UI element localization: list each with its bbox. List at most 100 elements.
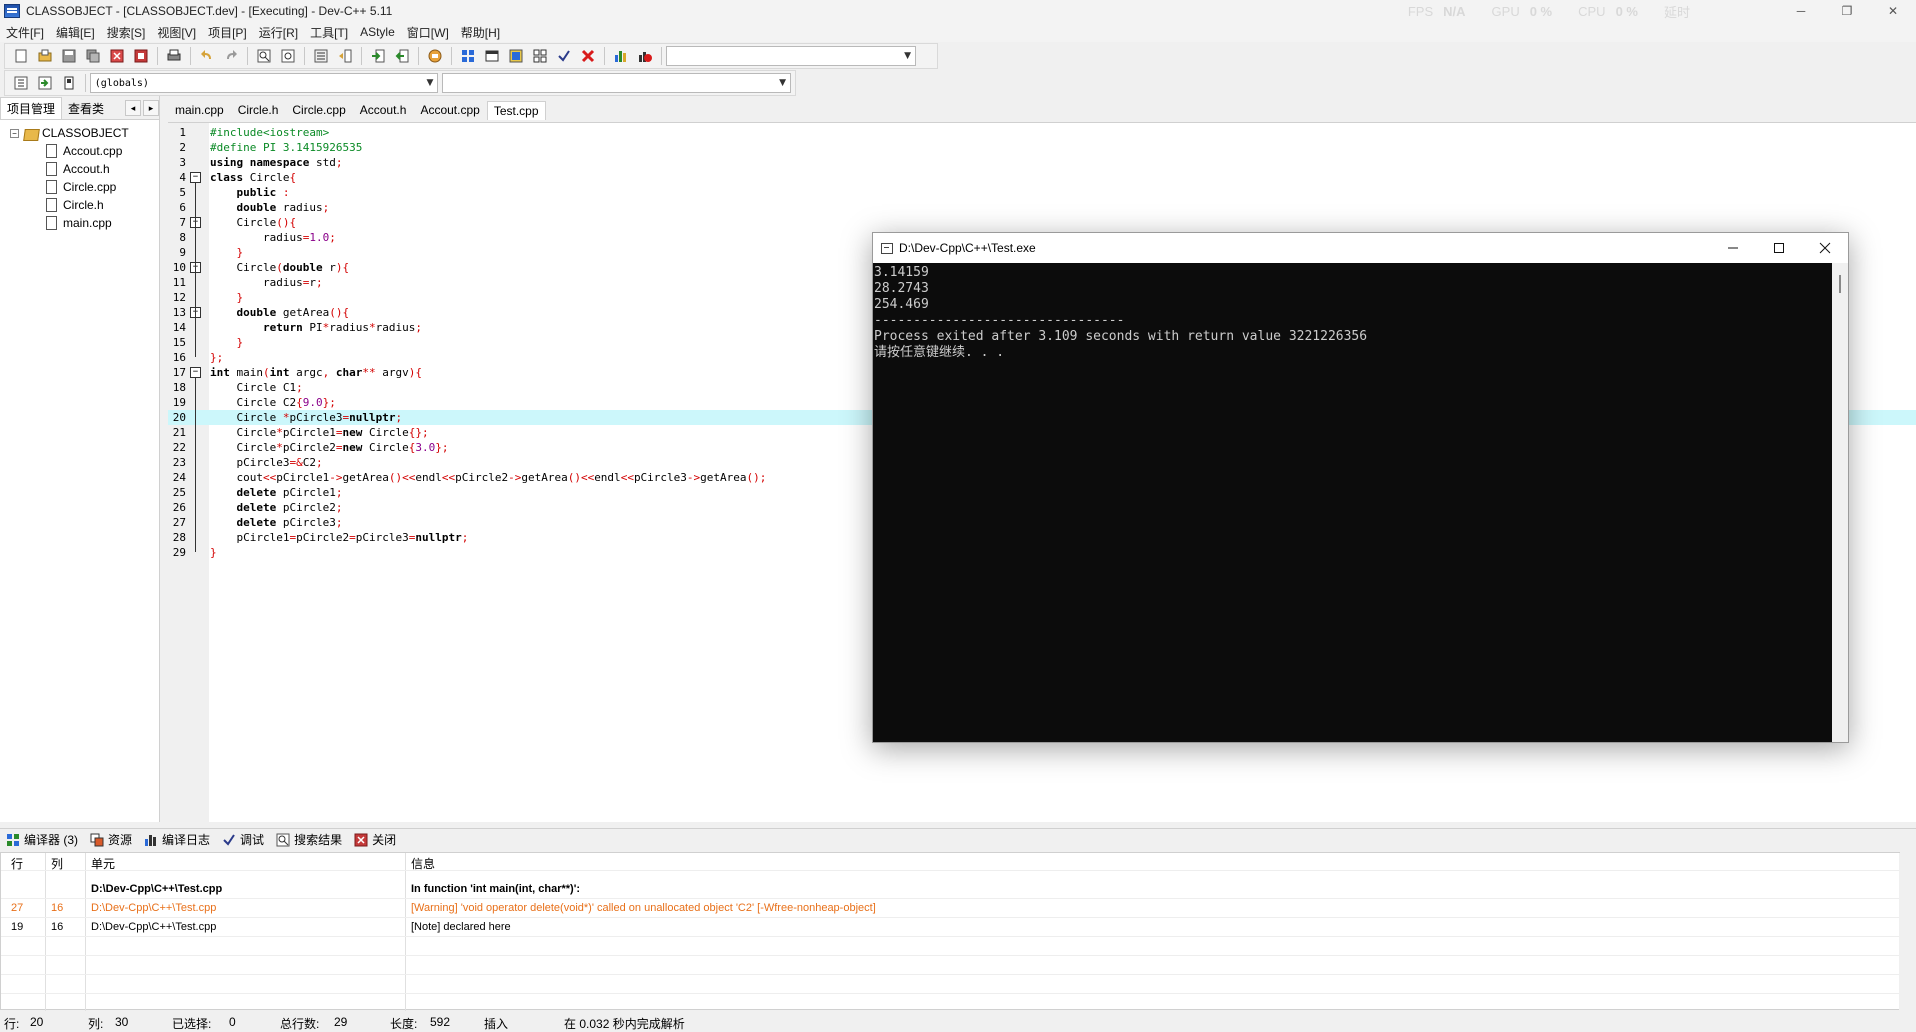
- tab-debug[interactable]: 调试: [222, 831, 264, 848]
- console-titlebar[interactable]: D:\Dev-Cpp\C++\Test.exe: [873, 233, 1848, 263]
- scrollbar-thumb[interactable]: [1839, 275, 1841, 293]
- stop-button[interactable]: [578, 46, 598, 66]
- console-scrollbar[interactable]: [1832, 263, 1848, 742]
- print-button[interactable]: [164, 46, 184, 66]
- close-file-button[interactable]: [107, 46, 127, 66]
- goto-back-button[interactable]: [392, 46, 412, 66]
- column-header-col[interactable]: 列: [51, 855, 63, 872]
- close-all-button[interactable]: [131, 46, 151, 66]
- code-text: class Circle{: [210, 171, 297, 184]
- code-line[interactable]: 3 using namespace std;: [168, 155, 1916, 170]
- menu-astyle[interactable]: AStyle: [354, 25, 401, 39]
- tab-accout-h[interactable]: Accout.h: [353, 100, 414, 120]
- code-line[interactable]: 2 #define PI 3.1415926535: [168, 140, 1916, 155]
- tab-close[interactable]: 关闭: [354, 831, 396, 848]
- messages-scrollbar[interactable]: [1899, 853, 1915, 1011]
- goto-bookmark-button[interactable]: [59, 73, 79, 93]
- tab-main-cpp[interactable]: main.cpp: [168, 100, 231, 120]
- perf-latency: 延时: [1663, 4, 1690, 20]
- code-text: double getArea(){: [236, 306, 350, 319]
- table-row[interactable]: 27 16 D:\Dev-Cpp\C++\Test.cpp [Warning] …: [1, 900, 1901, 918]
- new-file-button[interactable]: [11, 46, 31, 66]
- tree-file-item[interactable]: Accout.cpp: [10, 142, 159, 160]
- save-button[interactable]: [59, 46, 79, 66]
- console-output[interactable]: 3.14159 28.2743 254.469 ----------------…: [873, 263, 1833, 742]
- menu-search[interactable]: 搜索[S]: [101, 24, 152, 41]
- insert-button[interactable]: [11, 73, 31, 93]
- tab-circle-cpp[interactable]: Circle.cpp: [285, 100, 352, 120]
- console-maximize-button[interactable]: [1756, 233, 1802, 263]
- tab-circle-h[interactable]: Circle.h: [231, 100, 286, 120]
- column-header-unit[interactable]: 单元: [91, 855, 115, 872]
- console-close-button[interactable]: [1802, 233, 1848, 263]
- tree-project-root[interactable]: − CLASSOBJECT: [10, 124, 159, 142]
- code-line[interactable]: 5 public :: [168, 185, 1916, 200]
- fold-toggle-icon[interactable]: −: [190, 172, 201, 183]
- line-number: 14: [172, 321, 186, 334]
- menu-view[interactable]: 视图[V]: [151, 24, 202, 41]
- compile-button[interactable]: [458, 46, 478, 66]
- minimize-button[interactable]: ─: [1778, 0, 1824, 22]
- rebuild-button[interactable]: [530, 46, 550, 66]
- undo-button[interactable]: [197, 46, 217, 66]
- menu-file[interactable]: 文件[F]: [0, 24, 50, 41]
- goto-button[interactable]: [368, 46, 388, 66]
- toggle-button[interactable]: [35, 73, 55, 93]
- unindent-button[interactable]: [335, 46, 355, 66]
- tab-resources[interactable]: 资源: [90, 831, 132, 848]
- tab-compiler[interactable]: 编译器 (3): [6, 831, 78, 848]
- tab-project-manager[interactable]: 项目管理: [0, 97, 63, 119]
- table-row[interactable]: D:\Dev-Cpp\C++\Test.cpp In function 'int…: [1, 881, 1901, 899]
- run-button[interactable]: [482, 46, 502, 66]
- line-number: 13: [172, 306, 186, 319]
- column-header-line[interactable]: 行: [11, 855, 23, 872]
- menu-tools[interactable]: 工具[T]: [304, 24, 354, 41]
- code-line[interactable]: 7− Circle(){: [168, 215, 1916, 230]
- console-minimize-button[interactable]: [1710, 233, 1756, 263]
- tree-file-item[interactable]: main.cpp: [10, 214, 159, 232]
- replace-button[interactable]: [278, 46, 298, 66]
- redo-button[interactable]: [221, 46, 241, 66]
- arrow-right-icon[interactable]: ▸: [143, 100, 159, 116]
- tree-file-item[interactable]: Circle.h: [10, 196, 159, 214]
- find-button[interactable]: [254, 46, 274, 66]
- tab-compile-log[interactable]: 编译日志: [144, 831, 210, 848]
- menu-edit[interactable]: 编辑[E]: [50, 24, 101, 41]
- menu-project[interactable]: 项目[P]: [202, 24, 253, 41]
- profile-button[interactable]: [611, 46, 631, 66]
- menu-run[interactable]: 运行[R]: [253, 24, 304, 41]
- save-all-button[interactable]: [83, 46, 103, 66]
- tree-file-item[interactable]: Accout.h: [10, 160, 159, 178]
- function-select[interactable]: ▼: [442, 73, 791, 93]
- code-text: cout<<pCircle1->getArea()<<endl<<pCircle…: [236, 471, 767, 484]
- bookmark-button[interactable]: [425, 46, 445, 66]
- compile-run-button[interactable]: [506, 46, 526, 66]
- collapse-icon[interactable]: −: [10, 128, 19, 138]
- restore-button[interactable]: ❐: [1824, 0, 1870, 22]
- console-title: D:\Dev-Cpp\C++\Test.exe: [899, 241, 1036, 255]
- menu-help[interactable]: 帮助[H]: [455, 24, 506, 41]
- fold-toggle-icon[interactable]: −: [190, 367, 201, 378]
- tab-test-cpp[interactable]: Test.cpp: [486, 101, 546, 120]
- tab-class-browser[interactable]: 查看类: [62, 98, 110, 119]
- code-text: delete pCircle2;: [236, 501, 343, 514]
- table-row[interactable]: 19 16 D:\Dev-Cpp\C++\Test.cpp [Note] dec…: [1, 919, 1901, 937]
- delete-profile-button[interactable]: [635, 46, 655, 66]
- tab-search-results[interactable]: 搜索结果: [276, 831, 342, 848]
- close-button[interactable]: ✕: [1870, 0, 1916, 22]
- tab-accout-cpp[interactable]: Accout.cpp: [413, 100, 486, 120]
- file-icon: [46, 144, 57, 158]
- open-file-button[interactable]: [35, 46, 55, 66]
- syntax-check-button[interactable]: [554, 46, 574, 66]
- column-header-message[interactable]: 信息: [411, 855, 435, 872]
- tree-file-item[interactable]: Circle.cpp: [10, 178, 159, 196]
- compiler-select[interactable]: ▼: [666, 46, 916, 66]
- arrow-left-icon[interactable]: ◂: [125, 100, 141, 116]
- scope-select[interactable]: (globals) ▼: [89, 73, 439, 93]
- menu-window[interactable]: 窗口[W]: [401, 24, 455, 41]
- code-line[interactable]: 4− class Circle{: [168, 170, 1916, 185]
- code-line[interactable]: 6 double radius;: [168, 200, 1916, 215]
- project-folder-icon: [23, 126, 39, 140]
- indent-button[interactable]: [311, 46, 331, 66]
- code-line[interactable]: 1 #include<iostream>: [168, 125, 1916, 140]
